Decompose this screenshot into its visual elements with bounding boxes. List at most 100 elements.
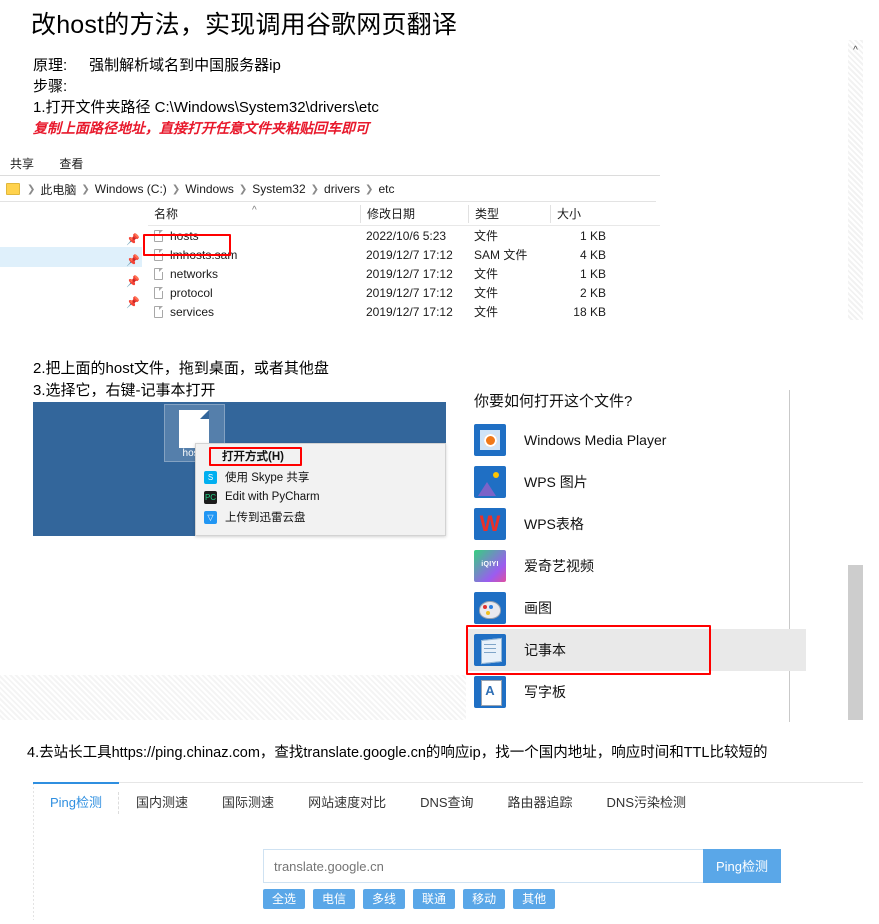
open-with-title: 你要如何打开这个文件? [474,390,806,411]
step-1-note: 复制上面路径地址，直接打开任意文件夹粘贴回车即可 [33,118,833,139]
context-menu[interactable]: 打开方式(H) S 使用 Skype 共享 PC Edit with PyCha… [195,443,446,536]
context-menu-item-pycharm[interactable]: PC Edit with PyCharm [196,487,445,507]
ping-submit-button[interactable]: Ping检测 [703,849,781,883]
tab-dns-lookup[interactable]: DNS查询 [403,783,490,823]
breadcrumb-item-this-pc[interactable]: 此电脑 [38,181,78,198]
table-row[interactable]: services 2019/12/7 17:12 文件 18 KB [148,302,660,321]
file-name-cell[interactable]: services [148,305,360,319]
open-with-item-wps-spreadsheet[interactable]: WPS表格 [466,503,806,545]
explorer-body: 📌 📌 📌 📌 名称 ^ 修改日期 类型 大小 hosts 202 [0,202,660,336]
paint-icon [474,592,506,624]
chevron-up-icon[interactable]: ^ [848,44,863,58]
chip-select-all[interactable]: 全选 [263,889,305,909]
context-menu-item-skype-share[interactable]: S 使用 Skype 共享 [196,467,445,487]
file-name-cell[interactable]: protocol [148,286,360,300]
nav-selected-row[interactable] [0,247,142,267]
open-with-item-windows-media-player[interactable]: Windows Media Player [466,419,806,461]
open-with-item-label: WPS表格 [524,514,584,534]
file-name-label: protocol [170,286,213,300]
file-name-cell[interactable]: networks [148,267,360,281]
breadcrumb-separator: ❯ [236,184,250,195]
pin-icon[interactable]: 📌 [126,276,136,288]
table-row[interactable]: protocol 2019/12/7 17:12 文件 2 KB [148,283,660,302]
file-type-cell: SAM 文件 [468,246,550,263]
pin-icon[interactable]: 📌 [126,234,136,246]
file-type-cell: 文件 [468,227,550,244]
open-with-item-wordpad[interactable]: 写字板 [466,671,806,713]
tab-domestic-speed[interactable]: 国内测速 [119,783,205,823]
open-with-scrollbar-track[interactable] [848,40,863,320]
open-with-item-notepad[interactable]: 记事本 [466,629,806,671]
context-menu-item-xunlei-upload[interactable]: ▽ 上传到迅雷云盘 [196,507,445,527]
file-icon [154,287,163,299]
breadcrumb-separator: ❯ [169,184,183,195]
principle-text: 强制解析域名到中国服务器ip [89,57,281,74]
file-type-cell: 文件 [468,284,550,301]
file-icon [154,268,163,280]
file-size-cell: 4 KB [550,248,628,262]
table-row[interactable]: networks 2019/12/7 17:12 文件 1 KB [148,264,660,283]
chinaz-tab-bar: Ping检测 国内测速 国际测速 网站速度对比 DNS查询 路由器追踪 DNS污… [33,783,863,823]
address-bar[interactable]: ❯ 此电脑 ❯ Windows (C:) ❯ Windows ❯ System3… [0,176,660,202]
tab-traceroute[interactable]: 路由器追踪 [491,783,590,823]
open-with-item-wps-photo[interactable]: WPS 图片 [466,461,806,503]
step-2-line: 2.把上面的host文件，拖到桌面，或者其他盘 [33,358,329,380]
breadcrumb-item-etc[interactable]: etc [376,182,396,196]
pycharm-icon: PC [204,491,217,504]
tab-ping-check[interactable]: Ping检测 [33,783,119,823]
file-type-cell: 文件 [468,265,550,282]
file-date-cell: 2019/12/7 17:12 [360,305,468,319]
chip-other[interactable]: 其他 [513,889,555,909]
context-menu-item-open-with[interactable]: 打开方式(H) [196,444,445,467]
principle-line: 原理:强制解析域名到中国服务器ip [33,55,833,76]
table-row[interactable]: lmhosts.sam 2019/12/7 17:12 SAM 文件 4 KB [148,245,660,264]
column-header-size[interactable]: 大小 [550,205,628,223]
breadcrumb-item-drivers[interactable]: drivers [322,182,362,196]
breadcrumb-item-windows[interactable]: Windows [183,182,236,196]
tab-dns-pollution-check[interactable]: DNS污染检测 [590,783,703,823]
open-with-background-band [0,675,466,720]
column-header-name-label: 名称 [154,207,178,221]
chip-mobile[interactable]: 移动 [463,889,505,909]
open-with-item-label: WPS 图片 [524,472,588,492]
context-menu-item-label: 使用 Skype 共享 [225,469,309,485]
wps-photo-icon [474,466,506,498]
ping-form: Ping检测 [263,849,781,883]
column-header-date[interactable]: 修改日期 [360,205,468,223]
tab-site-speed-compare[interactable]: 网站速度对比 [291,783,403,823]
file-list: 名称 ^ 修改日期 类型 大小 hosts 2022/10/6 5:23 文件 … [148,202,660,336]
pin-icon[interactable]: 📌 [126,255,136,267]
breadcrumb-item-windows-c[interactable]: Windows (C:) [93,182,169,196]
open-with-item-paint[interactable]: 画图 [466,587,806,629]
open-with-item-label: 记事本 [524,640,566,660]
file-name-cell[interactable]: lmhosts.sam [148,248,360,262]
chip-telecom[interactable]: 电信 [313,889,355,909]
file-name-label: hosts [170,229,199,243]
context-menu-item-label: 上传到迅雷云盘 [225,509,306,525]
file-name-label: services [170,305,214,319]
file-name-cell[interactable]: hosts [148,229,360,243]
breadcrumb-item-system32[interactable]: System32 [250,182,307,196]
tab-international-speed[interactable]: 国际测速 [205,783,291,823]
intro-block: 原理:强制解析域名到中国服务器ip 步骤: 1.打开文件夹路径 C:\Windo… [33,55,833,139]
ribbon-tab-view[interactable]: 查看 [59,152,83,176]
file-list-header: 名称 ^ 修改日期 类型 大小 [148,202,660,226]
open-with-item-label: Windows Media Player [524,432,666,448]
open-with-scrollbar-thumb[interactable] [848,565,863,720]
breadcrumb-separator: ❯ [362,184,376,195]
ribbon-tab-share[interactable]: 共享 [10,152,34,176]
column-header-name[interactable]: 名称 ^ [148,205,360,223]
sort-ascending-icon: ^ [252,202,257,220]
chip-unicom[interactable]: 联通 [413,889,455,909]
file-date-cell: 2019/12/7 17:12 [360,286,468,300]
chinaz-ping-tool: Ping检测 国内测速 国际测速 网站速度对比 DNS查询 路由器追踪 DNS污… [33,782,863,919]
explorer-ribbon: 共享 查看 [0,152,660,176]
domain-input[interactable] [263,849,703,883]
chip-multiline[interactable]: 多线 [363,889,405,909]
table-row[interactable]: hosts 2022/10/6 5:23 文件 1 KB [148,226,660,245]
explorer-navigation-pane[interactable]: 📌 📌 📌 📌 [0,202,148,336]
column-header-type[interactable]: 类型 [468,205,550,223]
file-icon [154,230,163,242]
pin-icon[interactable]: 📌 [126,297,136,309]
open-with-item-iqiyi[interactable]: 爱奇艺视频 [466,545,806,587]
